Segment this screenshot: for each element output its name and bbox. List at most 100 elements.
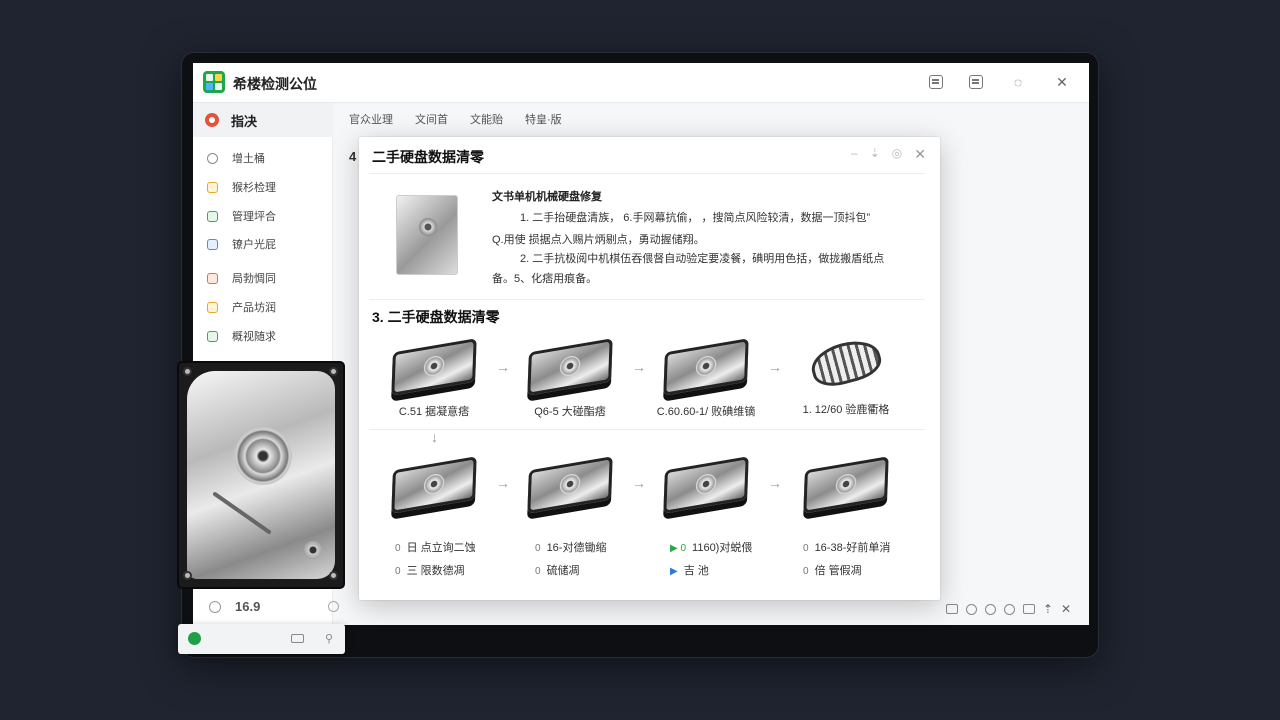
checklist-label: 吉 池 [683, 565, 709, 577]
checkbox-icon: 0 [803, 566, 809, 577]
tab-2[interactable]: 文间首 [415, 111, 448, 127]
step-card[interactable] [641, 456, 771, 514]
section-title: 3. 二手硬盘数据清零 [372, 309, 500, 325]
checklist-label: 三 限数德凋 [406, 565, 465, 577]
checkbox-icon: 0 [395, 543, 401, 554]
divider [369, 429, 925, 430]
checkbox-icon: 0 [535, 566, 541, 577]
chat-icon[interactable]: ◌ [1009, 73, 1027, 91]
step-card[interactable] [369, 456, 499, 514]
tab-4[interactable]: 特皇·版 [525, 111, 562, 127]
hard-drive-icon [391, 456, 477, 514]
checklist-item[interactable]: 0 16-38-好前单消 [803, 539, 890, 555]
checklist-item[interactable]: 0 三 限数德凋 [395, 562, 465, 578]
arrow-down-icon: ↓ [431, 429, 438, 445]
circle-icon[interactable] [984, 603, 996, 615]
tab-1[interactable]: 官众业理 [349, 111, 393, 127]
monitor-icon [207, 238, 218, 250]
sidebar-item-label: 指决 [231, 113, 258, 129]
checklist-label: 1160)对蜕偎 [692, 542, 753, 554]
hard-drive-icon [527, 338, 613, 396]
close-icon[interactable]: ✕ [914, 146, 926, 163]
step-card[interactable] [505, 456, 635, 514]
sidebar-item-label: 镣户光屁 [232, 239, 276, 251]
box-icon [207, 301, 218, 313]
close-icon[interactable]: ✕ [1053, 73, 1071, 91]
status-value: 16.9 [235, 599, 261, 614]
help-icon[interactable]: ◎ [892, 146, 902, 163]
screw-icon [183, 571, 192, 580]
checklist-item[interactable]: ▶ 0 1160)对蜕偎 [670, 539, 752, 555]
checklist-item[interactable]: ▶ 吉 池 [670, 562, 709, 578]
tab-3[interactable]: 文能贻 [470, 111, 503, 127]
sidebar-item-4[interactable]: 镣户光屁 [193, 231, 333, 257]
clock-icon[interactable] [328, 601, 340, 612]
app-title: 希楼检测公位 [233, 76, 317, 92]
play-icon: ▶ 0 [670, 543, 687, 554]
circle-icon [207, 152, 218, 164]
checklist-label: 硫储凋 [546, 565, 580, 577]
checklist-label: 16-38-好前单消 [814, 542, 891, 554]
step-label: 1. 12/60 验鹿衢格 [802, 404, 890, 416]
checklist-label: 16-对德锄缩 [546, 542, 607, 554]
checklist-item[interactable]: 0 16-对德锄缩 [535, 539, 606, 555]
info-line: 备。5、化痞用痕备。 [492, 273, 598, 285]
status-circle-icon [209, 600, 221, 613]
hard-drive-icon [391, 338, 477, 396]
sidebar-item-5[interactable]: 局勃惆同 [193, 265, 333, 291]
sidebar-item-active[interactable]: 指决 [193, 103, 333, 137]
checklist-label: 倍 管假凋 [814, 565, 862, 577]
hard-drive-icon [663, 338, 749, 396]
window-icon[interactable] [291, 634, 304, 643]
sidebar-item-7[interactable]: 概视随求 [193, 323, 333, 349]
checklist-item[interactable]: 0 倍 管假凋 [803, 562, 862, 578]
record-icon [205, 113, 219, 127]
checkbox-icon: 0 [535, 543, 541, 554]
hard-drive-icon [803, 456, 889, 514]
upload-icon[interactable]: ⇡ [1043, 602, 1053, 616]
sidebar-item-1[interactable]: 增土桶 [193, 145, 333, 171]
close-icon[interactable]: ✕ [1061, 602, 1071, 616]
pin-icon[interactable]: ⇣ [870, 146, 880, 163]
step-label: C.51 据凝意痞 [398, 406, 470, 418]
step-label: C.60.60-1/ 败碘维镝 [656, 406, 756, 418]
circle-icon[interactable] [1003, 603, 1015, 615]
checklist-item[interactable]: 0 日 点立询二蚀 [395, 539, 476, 555]
screw-icon [183, 367, 192, 376]
step-card[interactable]: 1. 12/60 验鹿衢格 [781, 334, 911, 417]
note-icon[interactable] [929, 75, 943, 89]
window-icon[interactable] [1022, 604, 1035, 614]
app-icon[interactable] [188, 632, 201, 645]
folder-icon [207, 181, 218, 193]
platter-icon [807, 334, 885, 392]
sidebar-item-label: 局勃惆同 [232, 273, 276, 285]
checklist-item[interactable]: 0 硫储凋 [535, 562, 580, 578]
sidebar-item-label: 增土桶 [232, 153, 265, 165]
content-heading-prefix: 4 [349, 149, 357, 164]
tab-bar: 官众业理 文间首 文能贻 特皇·版 [349, 111, 562, 127]
step-card[interactable]: Q6-5 大碰酯痞 [505, 338, 635, 419]
sidebar-item-label: 概视随求 [232, 331, 276, 343]
divider [369, 299, 925, 300]
pin-icon[interactable]: ⚲ [325, 632, 333, 645]
hard-drive-icon [527, 456, 613, 514]
sidebar-item-3[interactable]: 管理坪合 [193, 203, 333, 229]
info-title: 文书单机机械硬盘修复 [492, 191, 602, 203]
step-card[interactable]: C.60.60-1/ 败碘维镝 [641, 338, 771, 419]
hard-drive-thumbnail [396, 195, 458, 275]
mini-toolbar: ⚲ [178, 624, 345, 654]
circle-icon[interactable] [965, 603, 977, 615]
sidebar-item-label: 管理坪合 [232, 211, 276, 223]
sidebar-item-label: 产品坊润 [232, 302, 276, 314]
calendar-check-icon[interactable] [969, 75, 983, 89]
step-card[interactable] [781, 456, 911, 514]
divider [369, 173, 925, 174]
sidebar-item-2[interactable]: 猴杉检理 [193, 174, 333, 200]
step-card[interactable]: C.51 据凝意痞 [369, 338, 499, 419]
data-wipe-dialog: 二手硬盘数据清零 – ⇣ ◎ ✕ 文书单机机械硬盘修复 1. 二手抬硬盘清族， … [359, 137, 940, 600]
checkbox-icon: 0 [395, 566, 401, 577]
arrow-right-icon: → [768, 475, 782, 491]
grid-icon[interactable] [945, 604, 958, 614]
minimize-icon[interactable]: – [851, 146, 858, 163]
sidebar-item-6[interactable]: 产品坊润 [193, 294, 333, 320]
